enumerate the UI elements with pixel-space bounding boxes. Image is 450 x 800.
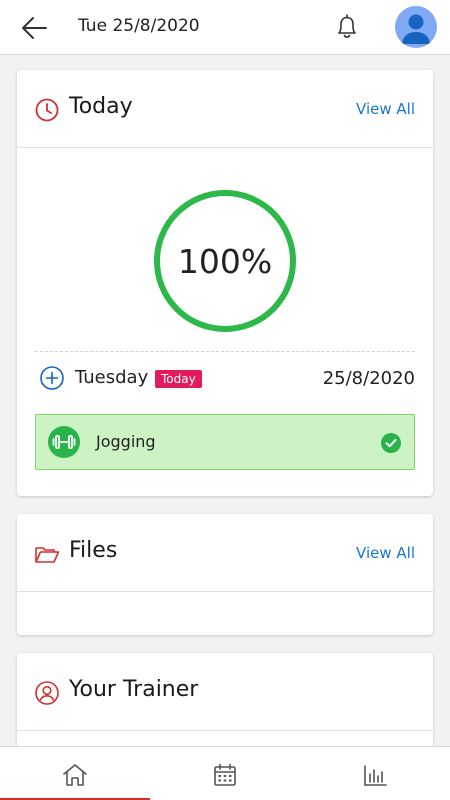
today-view-all-link[interactable]: View All: [356, 100, 415, 118]
top-app-bar: Tue 25/8/2020: [0, 0, 450, 55]
files-card-header: Files View All: [17, 514, 433, 592]
activity-label: Jogging: [96, 432, 156, 451]
tab-home[interactable]: [0, 747, 150, 800]
today-card: Today View All 100% Tuesday Today 25/8/2…: [17, 70, 433, 496]
dumbbell-icon: [48, 426, 80, 458]
progress-percentage: 100%: [177, 242, 273, 281]
dashed-divider: [35, 351, 415, 352]
home-icon: [63, 764, 87, 786]
trainer-title: Your Trainer: [69, 677, 199, 702]
day-date: 25/8/2020: [322, 368, 415, 389]
add-circle-icon[interactable]: [39, 365, 65, 391]
calendar-icon: [214, 763, 236, 786]
bell-icon[interactable]: [333, 12, 361, 42]
header-date: Tue 25/8/2020: [78, 16, 200, 36]
today-card-header: Today View All: [17, 70, 433, 148]
bottom-tab-bar: [0, 746, 450, 800]
files-card: Files View All: [17, 514, 433, 635]
back-arrow-icon[interactable]: [18, 12, 50, 44]
folder-open-icon: [35, 547, 60, 563]
trainer-card-header: Your Trainer: [17, 653, 433, 731]
tab-calendar[interactable]: [150, 747, 300, 800]
stats-icon: [364, 765, 387, 786]
person-icon: [402, 14, 430, 44]
today-badge: Today: [155, 370, 202, 388]
user-avatar[interactable]: [395, 6, 437, 48]
account-circle-icon: [35, 681, 59, 705]
files-title: Files: [69, 538, 118, 563]
clock-icon: [35, 98, 59, 122]
today-title: Today: [69, 94, 133, 119]
tab-statistics[interactable]: [300, 747, 450, 800]
day-row: Tuesday Today 25/8/2020: [17, 362, 433, 402]
activity-item[interactable]: Jogging: [35, 414, 415, 470]
check-circle-icon: [381, 433, 401, 453]
day-name: Tuesday: [75, 367, 149, 388]
files-view-all-link[interactable]: View All: [356, 544, 415, 562]
